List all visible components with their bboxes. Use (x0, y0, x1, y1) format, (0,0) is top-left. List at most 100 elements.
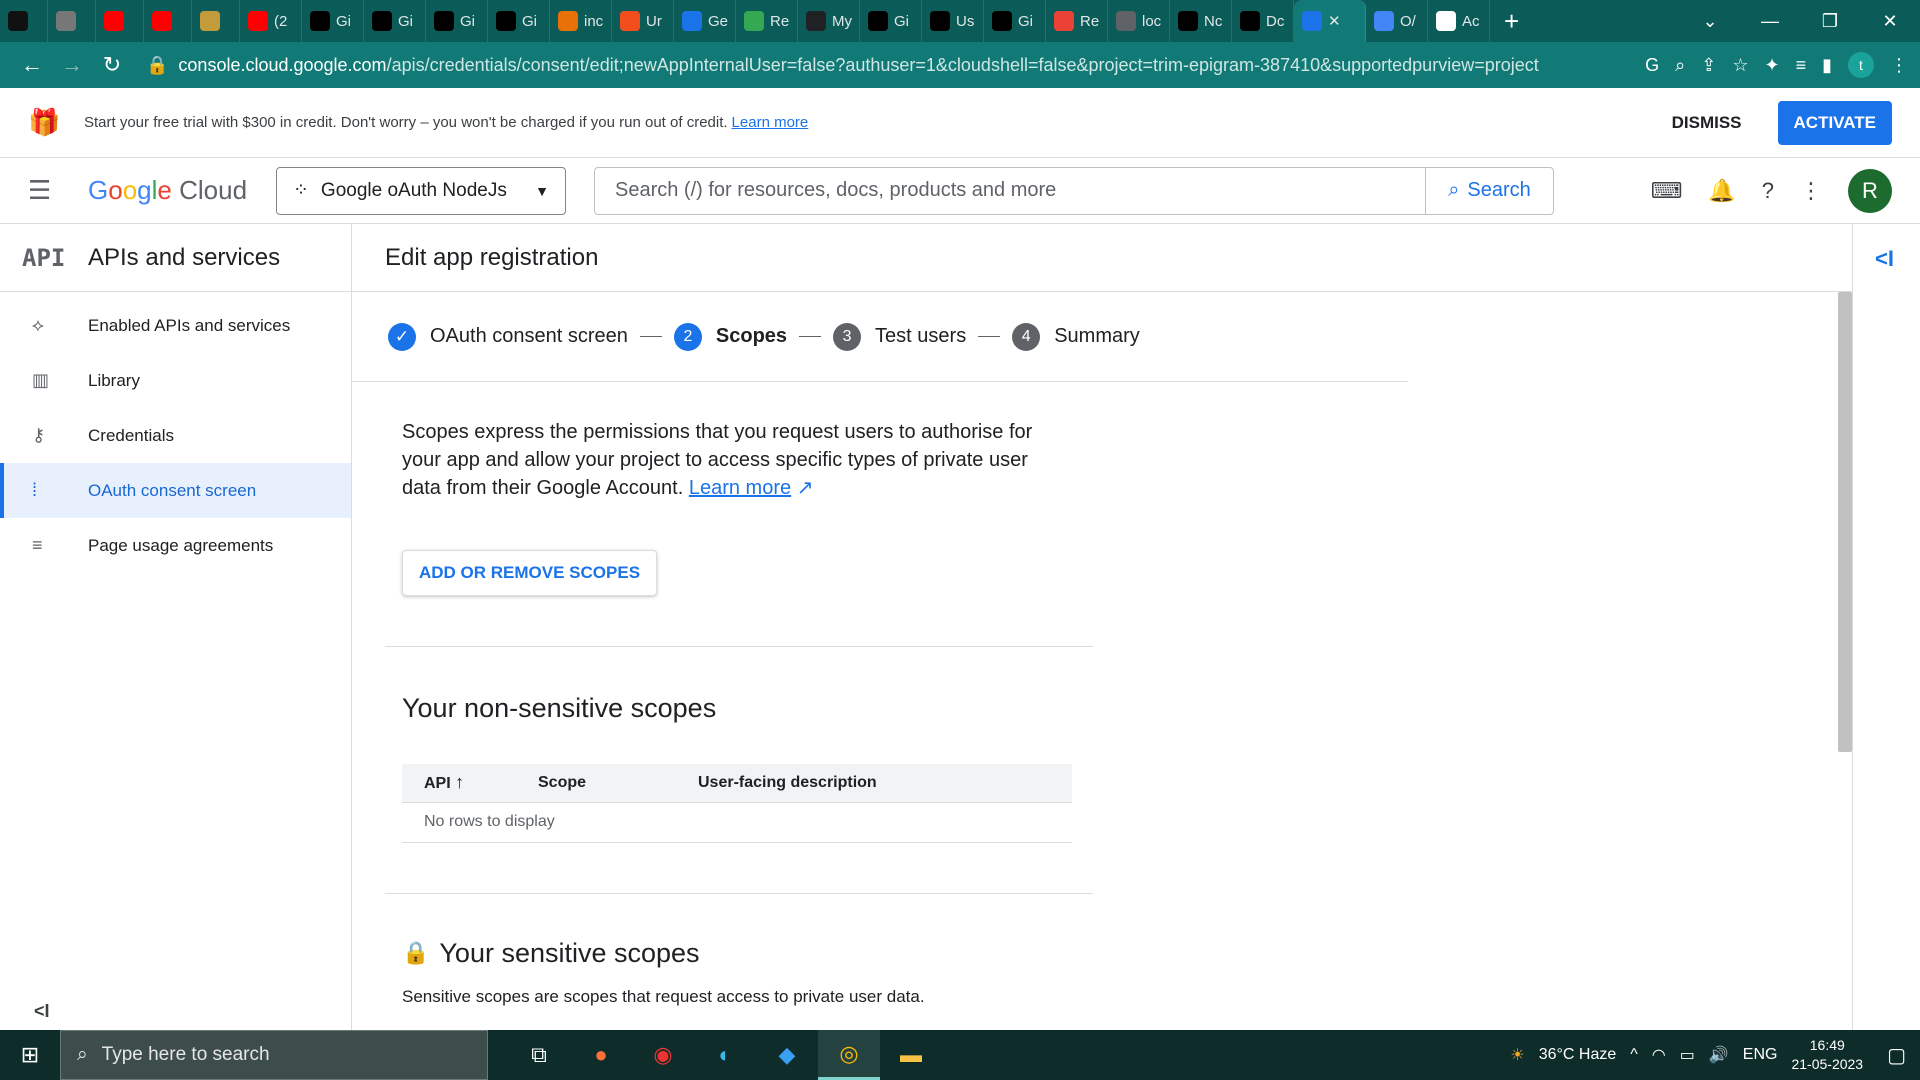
search-button[interactable]: ⌕ Search (1425, 167, 1553, 214)
chrome-icon[interactable]: ◎ (818, 1030, 880, 1080)
browser-tab[interactable]: ✕ (1294, 0, 1366, 42)
project-selector[interactable]: ⁘ Google oAuth NodeJs ▼ (276, 166, 566, 215)
user-avatar[interactable]: R (1848, 168, 1892, 213)
sidebar-item-page-usage[interactable]: ≡ Page usage agreements (0, 518, 351, 573)
sidebar-item-credentials[interactable]: ⚷ Credentials (0, 408, 351, 463)
firefox-icon[interactable]: ● (570, 1042, 632, 1068)
weather-text[interactable]: 36°C Haze (1539, 1046, 1617, 1064)
browser-tab[interactable]: Ac (1428, 0, 1490, 42)
new-tab-button[interactable]: + (1490, 6, 1533, 37)
close-tab-icon[interactable]: ✕ (1328, 12, 1341, 30)
browser-tab[interactable]: Re (1046, 0, 1108, 42)
enabled-apis-icon: ⟡ (32, 315, 44, 335)
google-cloud-logo[interactable]: Google Cloud (88, 175, 258, 206)
step-number: 4 (1012, 322, 1041, 351)
browser-tab[interactable]: Us (922, 0, 984, 42)
browser-tab[interactable]: Gi (302, 0, 364, 42)
github-icon (372, 11, 392, 31)
vscode-icon[interactable]: ◆ (756, 1042, 818, 1068)
column-header-api[interactable]: API ↑ (402, 764, 538, 803)
task-view-icon[interactable]: ⧉ (508, 1042, 570, 1068)
windows-start-icon[interactable]: ⊞ (0, 1042, 60, 1068)
taskbar-search[interactable]: ⌕ Type here to search (60, 1030, 488, 1080)
reload-button[interactable]: ↻ (92, 52, 132, 78)
scrollbar-thumb[interactable] (1838, 292, 1852, 752)
search-input[interactable] (595, 167, 1425, 214)
tab-title: Ac (1462, 12, 1480, 30)
forward-button[interactable]: → (52, 52, 92, 78)
notifications-icon[interactable]: ▢ (1887, 1043, 1906, 1068)
browser-tab[interactable]: (2 (240, 0, 302, 42)
browser-tab[interactable] (144, 0, 192, 42)
url-field[interactable]: 🔒 console.cloud.google.com/apis/credenti… (146, 55, 1645, 76)
sidebar-item-library[interactable]: ▥ Library (0, 353, 351, 408)
browser-tab[interactable]: inc (550, 0, 612, 42)
battery-icon[interactable]: ▭ (1680, 1045, 1695, 1065)
browser-tab[interactable]: Gi (860, 0, 922, 42)
step-summary[interactable]: 4 Summary (1012, 322, 1140, 351)
browser-tab[interactable] (96, 0, 144, 42)
learn-more-link[interactable]: Learn more (689, 477, 791, 499)
reading-list-icon[interactable]: ≡ (1796, 55, 1807, 76)
address-bar: ← → ↻ 🔒 console.cloud.google.com/apis/cr… (0, 42, 1920, 88)
browser-tab[interactable]: loc (1108, 0, 1170, 42)
browser-tab[interactable]: Ge (674, 0, 736, 42)
activate-button[interactable]: ACTIVATE (1777, 100, 1892, 145)
cloud-shell-icon[interactable]: ⌨ (1651, 178, 1683, 204)
browser-tab[interactable] (192, 0, 240, 42)
language-indicator[interactable]: ENG (1743, 1046, 1778, 1064)
tab-search-icon[interactable]: ⌄ (1680, 11, 1740, 32)
browser-tab[interactable] (48, 0, 96, 42)
extensions-icon[interactable]: ✦ (1764, 55, 1779, 76)
browser-tab[interactable]: Gi (984, 0, 1046, 42)
wifi-icon[interactable]: ◠ (1652, 1045, 1666, 1065)
edge-icon[interactable]: ◐ (694, 1042, 756, 1068)
close-window-button[interactable]: ✕ (1860, 11, 1920, 32)
notifications-bell-icon[interactable]: 🔔 (1708, 178, 1735, 204)
step-divider (978, 336, 1001, 337)
zoom-icon[interactable]: ⌕ (1675, 55, 1685, 76)
browser-tab[interactable]: Gi (426, 0, 488, 42)
sensitive-scopes-description: Sensitive scopes are scopes that request… (402, 986, 925, 1006)
figma-icon (620, 11, 640, 31)
step-scopes[interactable]: 2 Scopes (673, 322, 787, 351)
step-test-users[interactable]: 3 Test users (833, 322, 966, 351)
restore-button[interactable]: ❐ (1800, 11, 1860, 32)
browser-menu-icon[interactable]: ⋮ (1890, 55, 1908, 76)
hamburger-menu-icon[interactable]: ☰ (28, 175, 68, 206)
browser-tab[interactable]: Nc (1170, 0, 1232, 42)
column-header-description[interactable]: User-facing description (698, 764, 1072, 803)
sidebar-item-oauth-consent[interactable]: ⁞ OAuth consent screen (0, 463, 351, 518)
bookmark-star-icon[interactable]: ☆ (1732, 55, 1748, 76)
column-header-scope[interactable]: Scope (538, 764, 698, 803)
browser-tab[interactable]: Gi (364, 0, 426, 42)
add-remove-scopes-button[interactable]: ADD OR REMOVE SCOPES (402, 550, 658, 596)
step-oauth-consent[interactable]: ✓ OAuth consent screen (388, 322, 628, 351)
help-icon[interactable]: ? (1762, 178, 1774, 204)
banner-learn-more-link[interactable]: Learn more (732, 114, 809, 131)
clock[interactable]: 16:49 21-05-2023 (1791, 1036, 1863, 1074)
collapse-nav-icon[interactable]: <I (34, 1001, 50, 1022)
browser-tab[interactable]: Re (736, 0, 798, 42)
recorder-icon[interactable]: ◉ (632, 1042, 694, 1068)
more-options-icon[interactable]: ⋮ (1800, 178, 1822, 204)
expand-panel-icon[interactable]: <I (1875, 246, 1894, 272)
profile-avatar[interactable]: t (1848, 52, 1874, 78)
sidebar-item-enabled-apis[interactable]: ⟡ Enabled APIs and services (0, 298, 351, 353)
browser-tab[interactable]: O/ (1366, 0, 1428, 42)
google-lens-icon[interactable]: G (1645, 55, 1659, 76)
minimize-button[interactable]: — (1740, 11, 1800, 32)
sensitive-scopes-title: 🔒 Your sensitive scopes (402, 937, 700, 968)
dismiss-button[interactable]: DISMISS (1672, 113, 1742, 133)
browser-tab[interactable]: Gi (488, 0, 550, 42)
volume-icon[interactable]: 🔊 (1709, 1045, 1729, 1065)
browser-tab[interactable]: Dc (1232, 0, 1294, 42)
browser-tab[interactable] (0, 0, 48, 42)
side-panel-icon[interactable]: ▮ (1822, 55, 1832, 76)
browser-tab[interactable]: My (798, 0, 860, 42)
browser-tab[interactable]: Ur (612, 0, 674, 42)
share-icon[interactable]: ⇪ (1701, 55, 1716, 76)
tray-chevron-icon[interactable]: ^ (1630, 1046, 1638, 1064)
file-explorer-icon[interactable]: ▬ (880, 1042, 942, 1068)
back-button[interactable]: ← (12, 52, 52, 78)
